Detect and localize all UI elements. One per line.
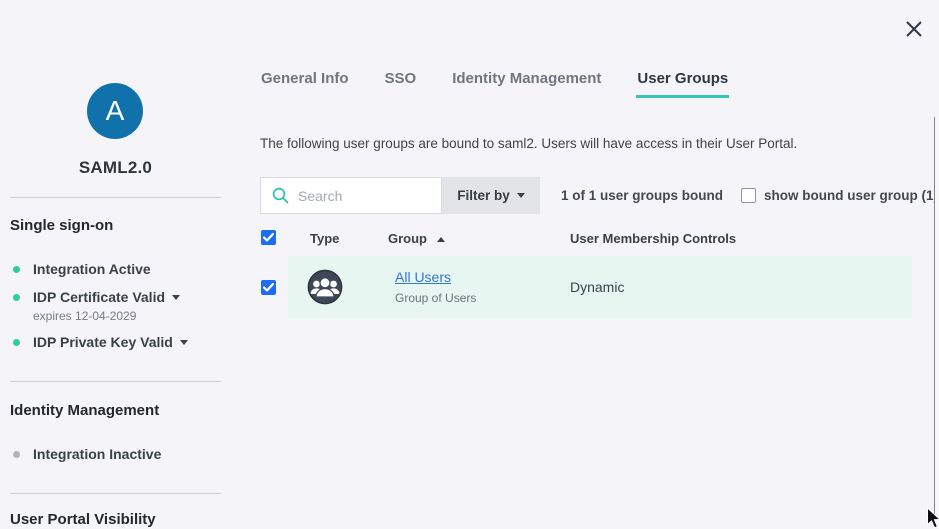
column-header-group[interactable]: Group xyxy=(388,231,445,246)
status-label: IDP Private Key Valid xyxy=(33,334,173,350)
user-groups-toolbar: Filter by 1 of 1 user groups bound show … xyxy=(260,177,938,214)
table-header: Type Group User Membership Controls xyxy=(0,230,939,248)
checkmark-icon xyxy=(263,283,274,292)
sso-integration-modal: { "modal": { "title": "SAML2.0", "avatar… xyxy=(0,0,939,526)
show-bound-label: show bound user group (1) xyxy=(764,188,938,203)
sidebar-divider xyxy=(10,197,221,198)
chevron-down-icon[interactable] xyxy=(180,340,188,345)
sort-ascending-icon xyxy=(437,237,445,242)
vertical-scrollbar[interactable] xyxy=(934,117,939,526)
bound-groups-count: 1 of 1 user groups bound xyxy=(561,188,723,203)
close-button[interactable] xyxy=(901,16,927,42)
tab-identity-management[interactable]: Identity Management xyxy=(451,70,602,98)
integration-avatar: A xyxy=(87,83,143,139)
row-checkbox[interactable] xyxy=(261,280,276,295)
sidebar-divider xyxy=(10,381,221,382)
filter-by-button[interactable]: Filter by xyxy=(442,177,540,214)
show-bound-user-group-toggle[interactable]: show bound user group (1) xyxy=(741,188,938,203)
chevron-down-icon xyxy=(517,193,525,198)
checkmark-icon xyxy=(263,233,274,242)
show-bound-checkbox[interactable] xyxy=(741,188,756,203)
avatar-letter: A xyxy=(106,95,125,127)
column-header-group-label: Group xyxy=(388,231,427,246)
table-row: All Users Group of Users Dynamic xyxy=(0,256,939,319)
tab-user-groups[interactable]: User Groups xyxy=(636,70,729,98)
filter-by-label: Filter by xyxy=(457,188,510,203)
user-groups-description: The following user groups are bound to s… xyxy=(260,136,797,151)
group-of-users-avatar-icon xyxy=(307,269,343,305)
search-box xyxy=(260,177,442,214)
group-name-link[interactable]: All Users xyxy=(395,269,451,285)
column-header-membership: User Membership Controls xyxy=(570,231,736,246)
section-heading-user-portal-visibility: User Portal Visibility xyxy=(10,511,156,528)
membership-controls-value: Dynamic xyxy=(570,279,624,295)
sidebar-divider xyxy=(10,493,221,494)
status-dot-active-icon xyxy=(13,339,20,346)
tab-general-info[interactable]: General Info xyxy=(260,70,350,98)
tab-bar: General Info SSO Identity Management Use… xyxy=(260,70,729,98)
column-header-type: Type xyxy=(310,231,339,246)
integration-title: SAML2.0 xyxy=(10,158,221,178)
close-icon xyxy=(904,19,924,39)
status-label: Integration Inactive xyxy=(33,446,161,462)
group-subtext: Group of Users xyxy=(395,291,476,305)
search-input[interactable] xyxy=(298,188,428,204)
search-icon xyxy=(272,187,289,204)
select-all-checkbox[interactable] xyxy=(261,230,276,245)
status-idp-private-key: IDP Private Key Valid xyxy=(10,334,240,350)
status-dot-inactive-icon xyxy=(13,451,20,458)
tab-sso[interactable]: SSO xyxy=(384,70,418,98)
section-heading-identity-management: Identity Management xyxy=(10,402,159,419)
status-integration-inactive: Integration Inactive xyxy=(10,446,240,462)
